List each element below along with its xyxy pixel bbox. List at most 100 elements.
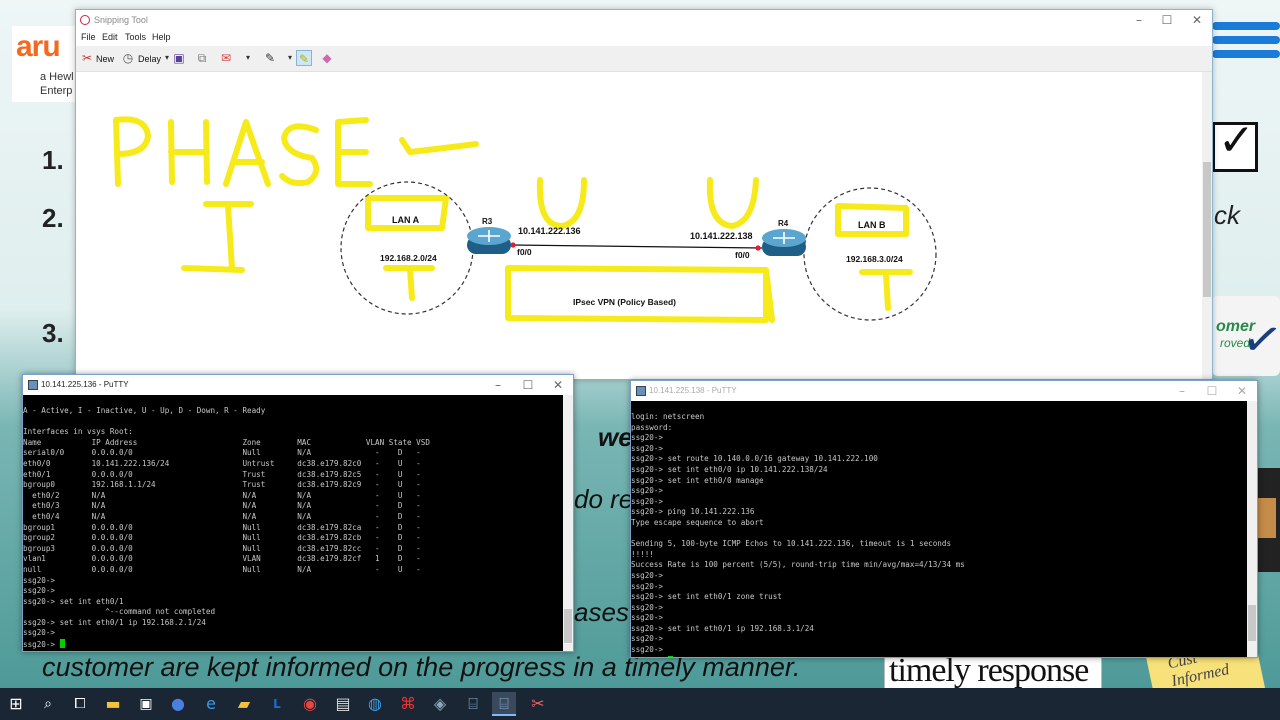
putty-icon[interactable]: ⌸	[461, 692, 485, 716]
terminal-line: ssg20-> set int eth0/0 manage	[631, 475, 764, 485]
pen-icon[interactable]: ✎	[262, 50, 278, 66]
snip-canvas[interactable]: LAN A 192.168.2.0/24 LAN B 192.168.3.0/2…	[76, 72, 1202, 379]
checkmark-box-icon: ✓	[1212, 115, 1258, 172]
ip-right-label: 10.141.222.138	[690, 231, 753, 241]
putty-left-titlebar[interactable]: 10.141.225.136 - PuTTY – ☐ ✕	[23, 375, 573, 395]
putty-window-right[interactable]: 10.141.225.138 - PuTTY – ☐ ✕ login: nets…	[630, 380, 1258, 658]
lan-a-cloud	[340, 181, 474, 315]
putty-window-left[interactable]: 10.141.225.136 - PuTTY – ☐ ✕ A - Active,…	[22, 374, 574, 652]
link-endpoint-left	[510, 242, 516, 248]
terminal-line: ssg20->	[631, 496, 664, 506]
terminal-line: bgroup1 0.0.0.0/0 Null dc38.e179.82ca - …	[23, 522, 421, 532]
firefox-icon[interactable]: ●	[166, 692, 190, 716]
putty-left-terminal[interactable]: A - Active, I - Inactive, U - Up, D - Do…	[23, 406, 564, 651]
delay-button[interactable]: Delay	[138, 49, 161, 69]
terminal-line: !!!!!	[631, 549, 654, 559]
iface-right-label: f0/0	[735, 250, 750, 260]
windows-start-icon[interactable]: ⊞	[4, 692, 28, 716]
putty-app-icon	[28, 380, 38, 390]
terminal-line: ssg20->	[631, 645, 664, 655]
save-icon[interactable]: ▣	[171, 50, 187, 66]
close-button[interactable]: ✕	[1182, 10, 1212, 30]
webex-icon[interactable]: ◍	[363, 692, 387, 716]
menu-tools[interactable]: Tools	[125, 32, 146, 42]
terminal-line: Sending 5, 100-byte ICMP Echos to 10.141…	[631, 539, 952, 549]
maximize-button[interactable]: ☐	[1152, 10, 1182, 30]
terminal-line: ssg20->	[631, 634, 664, 644]
putty-right-titlebar[interactable]: 10.141.225.138 - PuTTY – ☐ ✕	[631, 381, 1257, 401]
putty-icon-active[interactable]: ⌸	[492, 692, 516, 716]
slide-number-3: 3.	[42, 318, 64, 348]
terminal-cursor	[59, 639, 65, 649]
slide-text-ck: ck	[1214, 200, 1240, 230]
send-dropdown-icon[interactable]: ▾	[240, 50, 256, 66]
putty-left-close-button[interactable]: ✕	[543, 375, 573, 395]
send-snip-icon[interactable]: ✉	[218, 50, 234, 66]
terminal-line: ssg20->	[631, 602, 664, 612]
terminal-cursor	[667, 655, 673, 657]
terminal-line: eth0/4 N/A N/A N/A - D -	[23, 511, 421, 521]
snipping-tool-window[interactable]: Snipping Tool – ☐ ✕ File Edit Tools Help…	[75, 9, 1213, 380]
terminal-line: Interfaces in vsys Root:	[23, 427, 133, 437]
menu-help[interactable]: Help	[152, 32, 171, 42]
folder-icon[interactable]: ▰	[232, 692, 256, 716]
terminal-prompt: ssg20->	[23, 640, 60, 650]
search-icon[interactable]: ⌕	[36, 692, 60, 716]
slide-text-ases: ases	[574, 597, 629, 627]
lan-a-label: LAN A	[392, 215, 420, 225]
snip-scroll-thumb[interactable]	[1203, 162, 1211, 297]
menu-file[interactable]: File	[81, 32, 96, 42]
terminal-line: ^--command not completed	[23, 607, 216, 617]
timely-response-image: timely response	[884, 652, 1102, 688]
putty-left-scroll-thumb[interactable]	[564, 609, 572, 643]
virtualbox-icon[interactable]: ◈	[428, 692, 452, 716]
terminal-line: eth0/2 N/A N/A N/A - U -	[23, 490, 421, 500]
network-diagram	[113, 116, 937, 323]
wan-link	[511, 244, 763, 249]
menu-edit[interactable]: Edit	[102, 32, 118, 42]
terminal-line: eth0/3 N/A N/A N/A - D -	[23, 501, 421, 511]
store-icon[interactable]: ▣	[134, 692, 158, 716]
terminal-line: ssg20-> set int eth0/1 zone trust	[631, 592, 782, 602]
putty-right-scroll-thumb[interactable]	[1248, 605, 1256, 641]
snipping-tool-app-icon	[80, 15, 90, 25]
terminal-line: ssg20->	[631, 443, 664, 453]
task-view-icon[interactable]: ⧠	[68, 692, 92, 716]
putty-left-minimize-button[interactable]: –	[483, 375, 513, 395]
terminal-line: eth0/0 10.141.222.136/24 Untrust dc38.e1…	[23, 458, 421, 468]
terminal-line: ssg20->	[631, 486, 664, 496]
terminal-line: bgroup3 0.0.0.0/0 Null dc38.e179.82cc - …	[23, 543, 421, 553]
snipping-tool-titlebar[interactable]: Snipping Tool – ☐ ✕	[76, 10, 1212, 32]
terminal-line: bgroup2 0.0.0.0/0 Null dc38.e179.82cb - …	[23, 533, 421, 543]
snip-vertical-scrollbar[interactable]	[1202, 72, 1212, 379]
file-explorer-icon[interactable]: ▬	[101, 692, 125, 716]
windows-taskbar: ⊞ ⌕ ⧠ ▬ ▣ ● e ▰ L ◉ ▤ ◍ ⌘ ◈ ⌸ ⌸ ✂	[0, 688, 1280, 720]
chrome-icon[interactable]: ◉	[298, 692, 322, 716]
edge-icon[interactable]: e	[199, 692, 223, 716]
putty-right-minimize-button[interactable]: –	[1167, 381, 1197, 401]
minimize-button[interactable]: –	[1124, 10, 1154, 30]
terminal-line: bgroup0 192.168.1.1/24 Trust dc38.e179.8…	[23, 480, 421, 490]
copy-icon[interactable]: ⧉	[194, 50, 210, 66]
slide-decoration-lines	[1212, 16, 1280, 80]
putty-right-scrollbar[interactable]	[1247, 401, 1257, 657]
link-endpoint-right	[755, 245, 761, 251]
new-snip-button[interactable]: New	[96, 49, 114, 69]
delay-clock-icon: ◷	[122, 51, 134, 65]
putty-right-maximize-button[interactable]: ☐	[1197, 381, 1227, 401]
putty-right-terminal[interactable]: login: netscreen password: ssg20-> ssg20…	[631, 412, 1247, 657]
eraser-icon[interactable]: ◆	[319, 50, 335, 66]
terminal-line: Name IP Address Zone MAC VLAN State VSD	[23, 437, 430, 447]
terminal-line: ssg20-> set route 10.140.0.0/16 gateway …	[631, 454, 878, 464]
putty-right-close-button[interactable]: ✕	[1227, 381, 1257, 401]
acrobat-icon[interactable]: ⌘	[396, 692, 420, 716]
highlighter-icon[interactable]: ✎	[296, 50, 312, 66]
putty-left-maximize-button[interactable]: ☐	[513, 375, 543, 395]
notepad-icon[interactable]: ▤	[331, 692, 355, 716]
router-r4-icon	[762, 229, 806, 256]
snipping-tool-menubar: File Edit Tools Help	[76, 32, 1212, 46]
snipping-tool-icon[interactable]: ✂	[526, 692, 550, 716]
putty-left-scrollbar[interactable]	[563, 395, 573, 651]
lync-icon[interactable]: L	[265, 692, 289, 716]
router-r4-label: R4	[778, 219, 789, 228]
